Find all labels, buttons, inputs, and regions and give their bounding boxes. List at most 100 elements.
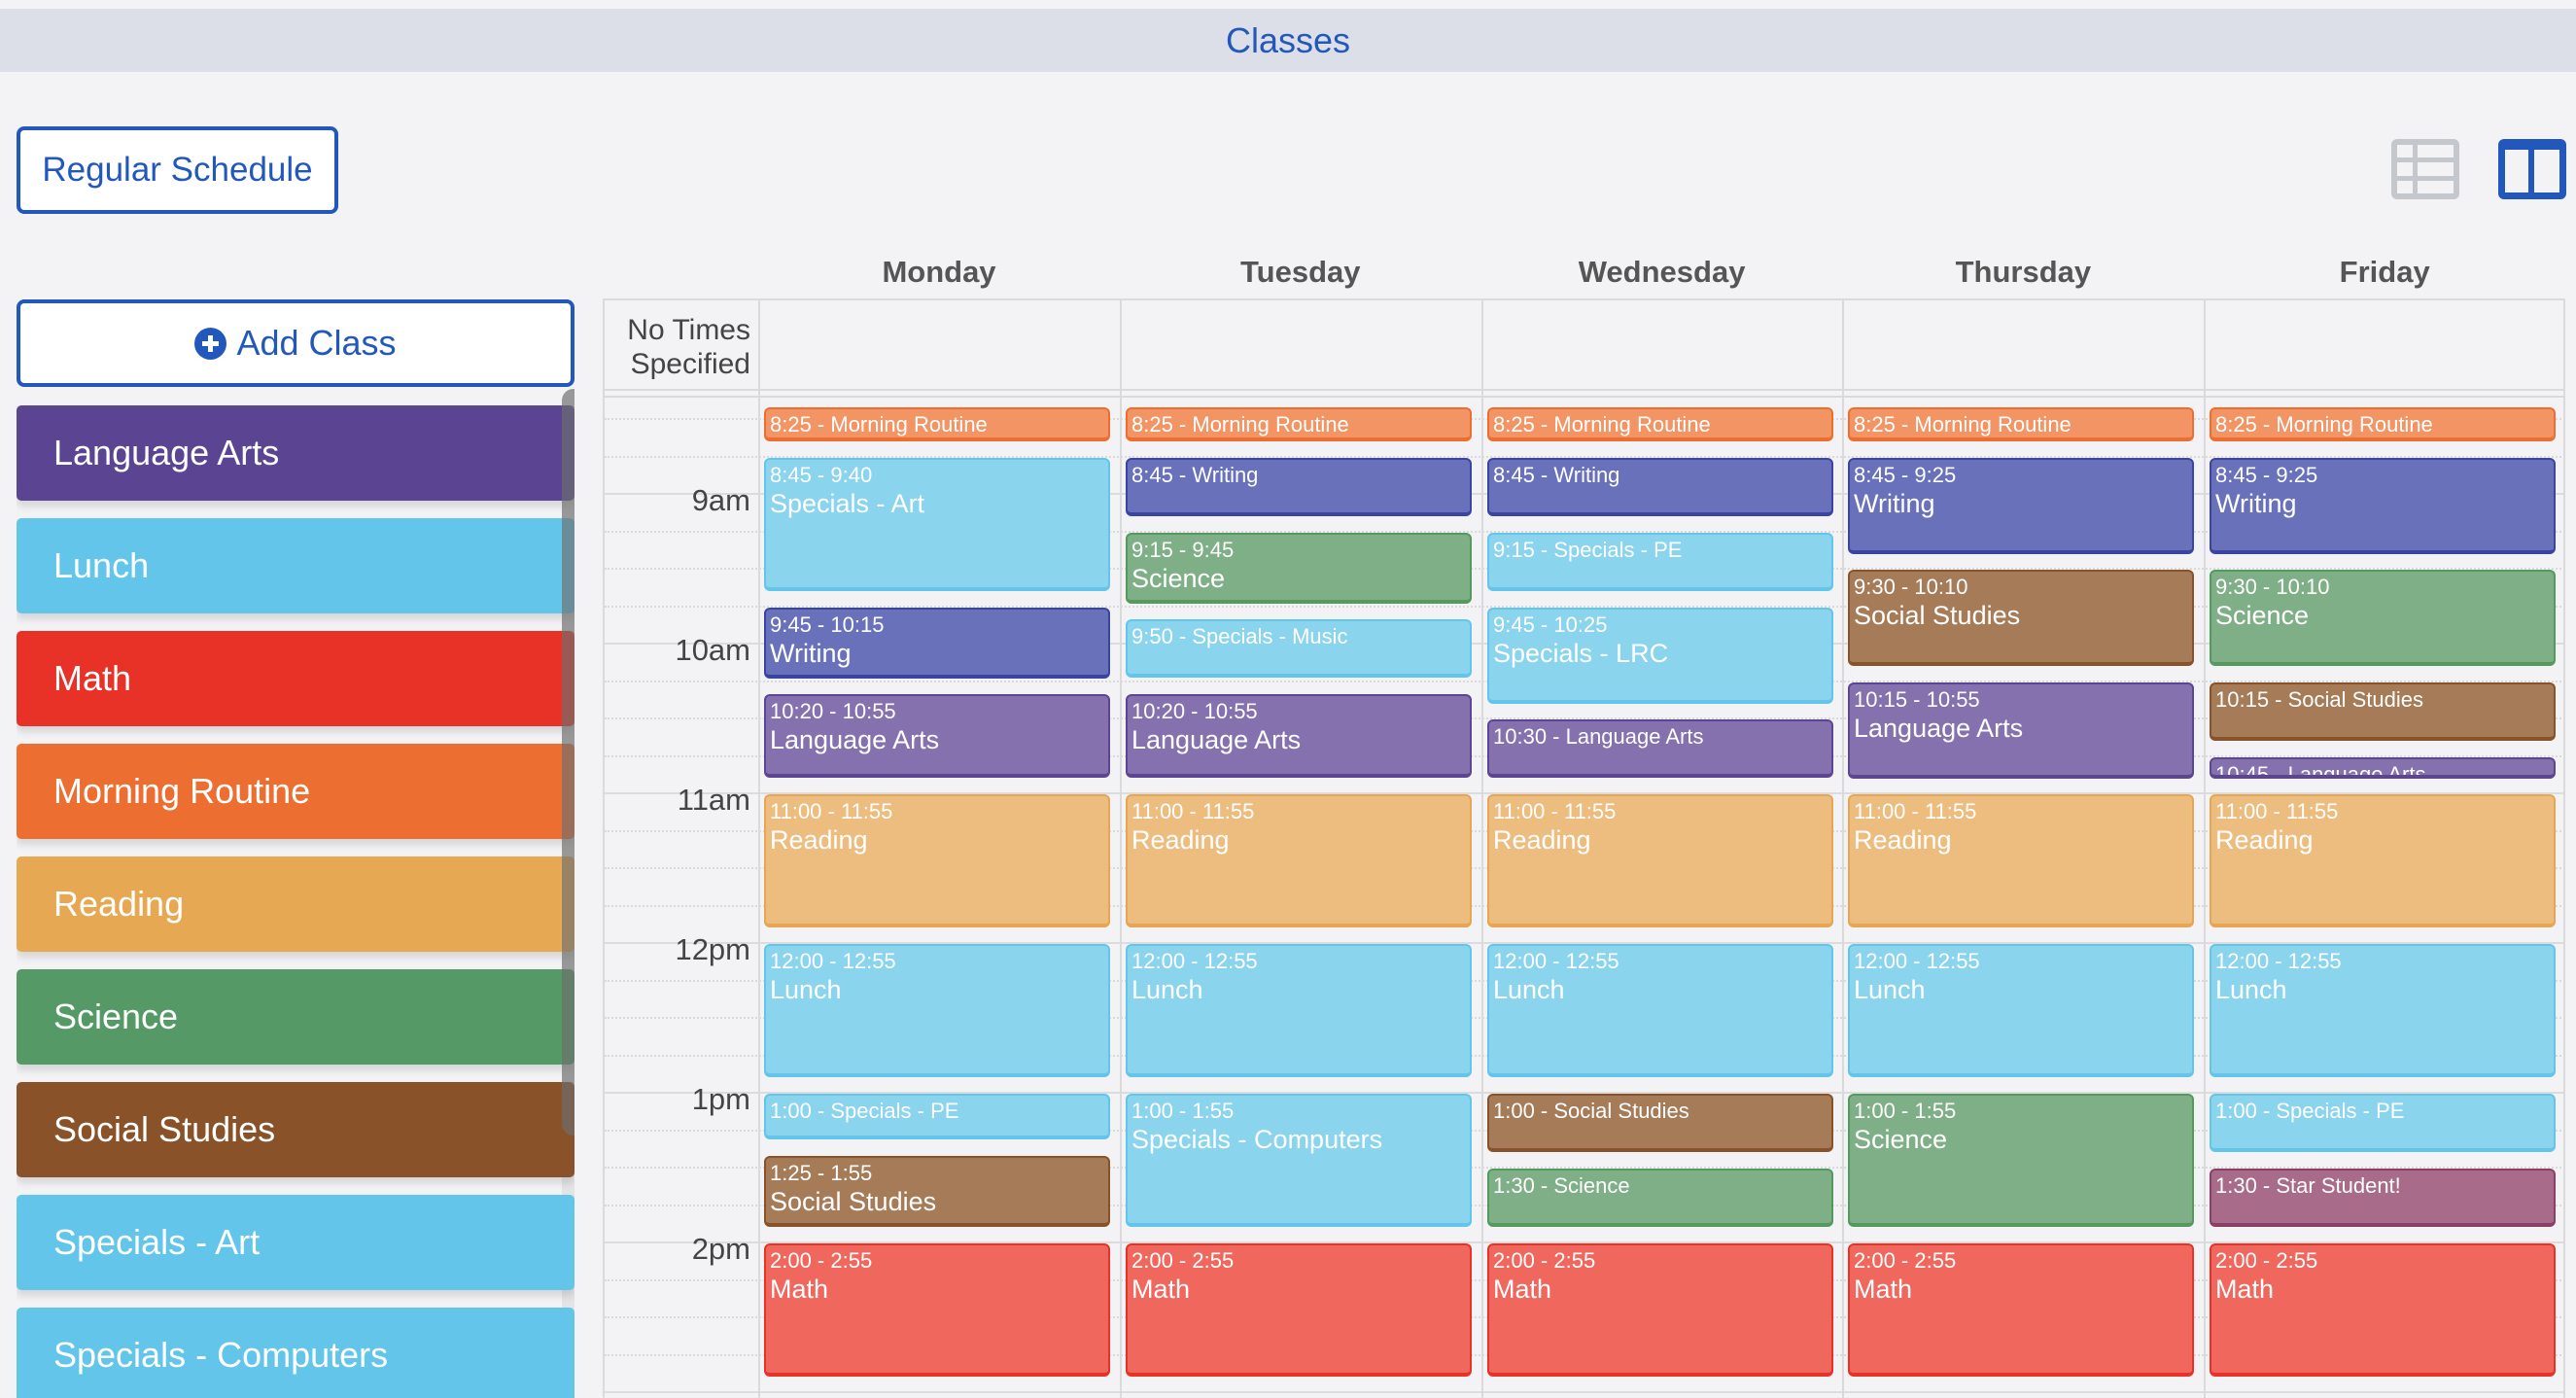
event-time: 2:00 - 2:55	[1854, 1248, 1957, 1273]
class-item[interactable]: Science	[17, 969, 574, 1065]
class-event[interactable]: 9:50 - Specials - Music	[1126, 619, 1472, 678]
class-event[interactable]: 11:00 - 11:55 Reading	[1126, 794, 1472, 927]
table-list-icon[interactable]	[2391, 139, 2459, 199]
class-event[interactable]: 1:00 - Specials - PE	[764, 1094, 1110, 1139]
event-time: 8:45 - 9:25	[1854, 463, 1957, 487]
class-item[interactable]: Lunch	[17, 518, 574, 613]
event-name: Writing	[2215, 489, 2297, 518]
class-event[interactable]: 8:25 - Morning Routine	[764, 407, 1110, 441]
class-item[interactable]: Specials - Art	[17, 1195, 574, 1290]
event-time: 10:15 - 10:55	[1854, 687, 1980, 712]
event-time: 8:45 - 9:25	[2215, 463, 2318, 487]
event-time: 9:50 - Specials - Music	[1131, 624, 1348, 648]
class-event[interactable]: 10:30 - Language Arts	[1487, 719, 1833, 778]
class-event[interactable]: 2:00 - 2:55 Math	[764, 1243, 1110, 1377]
hour-label: 11am	[677, 783, 750, 817]
class-item[interactable]: Morning Routine	[17, 744, 574, 839]
class-item[interactable]: Language Arts	[17, 405, 574, 501]
event-name: Language Arts	[770, 725, 940, 754]
event-time: 1:00 - Specials - PE	[770, 1099, 959, 1123]
class-event[interactable]: 1:00 - 1:55 Specials - Computers	[1126, 1094, 1472, 1227]
regular-schedule-button[interactable]: Regular Schedule	[17, 126, 338, 214]
class-event[interactable]: 9:45 - 10:25 Specials - LRC	[1487, 608, 1833, 704]
class-event[interactable]: 12:00 - 12:55 Lunch	[1848, 944, 2194, 1077]
class-event[interactable]: 11:00 - 11:55 Reading	[1848, 794, 2194, 927]
class-event[interactable]: 8:25 - Morning Routine	[1848, 407, 2194, 441]
class-event[interactable]: 12:00 - 12:55 Lunch	[764, 944, 1110, 1077]
event-name: Math	[2215, 1275, 2275, 1304]
class-event[interactable]: 8:45 - Writing	[1487, 458, 1833, 516]
event-time: 8:45 - Writing	[1493, 463, 1620, 487]
class-event[interactable]: 8:45 - 9:40 Specials - Art	[764, 458, 1110, 591]
class-event[interactable]: 10:20 - 10:55 Language Arts	[1126, 694, 1472, 778]
event-time: 10:45 - Language Arts	[2215, 762, 2426, 779]
class-event[interactable]: 8:25 - Morning Routine	[1487, 407, 1833, 441]
event-time: 12:00 - 12:55	[1131, 949, 1258, 973]
class-event[interactable]: 9:15 - Specials - PE	[1487, 533, 1833, 591]
class-event[interactable]: 11:00 - 11:55 Reading	[764, 794, 1110, 927]
class-event[interactable]: 1:00 - 1:55 Science	[1848, 1094, 2194, 1227]
class-list: Language Arts Lunch Math Morning Routine Rea…	[17, 389, 574, 1398]
class-event[interactable]: 10:15 - 10:55 Language Arts	[1848, 682, 2194, 779]
class-event[interactable]: 10:20 - 10:55 Language Arts	[764, 694, 1110, 778]
class-event[interactable]: 1:00 - Social Studies	[1487, 1094, 1833, 1152]
class-event[interactable]: 9:15 - 9:45 Science	[1126, 533, 1472, 604]
column-divider	[1842, 298, 1844, 1398]
event-name: Lunch	[1854, 975, 1926, 1004]
class-item[interactable]: Math	[17, 631, 574, 726]
class-event[interactable]: 2:00 - 2:55 Math	[1126, 1243, 1472, 1377]
class-event[interactable]: 8:45 - Writing	[1126, 458, 1472, 516]
event-time: 10:20 - 10:55	[1131, 699, 1258, 723]
event-name: Writing	[770, 639, 852, 668]
class-item[interactable]: Specials - Computers	[17, 1308, 574, 1398]
class-event[interactable]: 10:45 - Language Arts	[2210, 757, 2556, 779]
event-name: Reading	[1854, 825, 1952, 855]
class-event[interactable]: 1:25 - 1:55 Social Studies	[764, 1156, 1110, 1227]
class-event[interactable]: 2:00 - 2:55 Math	[2210, 1243, 2556, 1377]
class-event[interactable]: 10:15 - Social Studies	[2210, 682, 2556, 741]
class-event[interactable]: 11:00 - 11:55 Reading	[2210, 794, 2556, 927]
event-time: 9:15 - 9:45	[1131, 538, 1235, 562]
event-name: Lunch	[2215, 975, 2287, 1004]
event-name: Specials - Computers	[1131, 1125, 1383, 1154]
add-class-button[interactable]: Add Class	[17, 299, 574, 387]
event-time: 11:00 - 11:55	[2215, 799, 2339, 823]
class-event[interactable]: 2:00 - 2:55 Math	[1487, 1243, 1833, 1377]
class-event[interactable]: 11:00 - 11:55 Reading	[1487, 794, 1833, 927]
class-event[interactable]: 2:00 - 2:55 Math	[1848, 1243, 2194, 1377]
event-time: 1:00 - Social Studies	[1493, 1099, 1689, 1123]
columns-icon[interactable]	[2498, 139, 2566, 199]
list-col-divider	[2413, 145, 2418, 193]
class-event[interactable]: 12:00 - 12:55 Lunch	[2210, 944, 2556, 1077]
class-event[interactable]: 1:30 - Star Student!	[2210, 1169, 2556, 1227]
class-event[interactable]: 8:25 - Morning Routine	[2210, 407, 2556, 441]
event-name: Math	[1854, 1275, 1913, 1304]
class-event[interactable]: 1:30 - Science	[1487, 1169, 1833, 1227]
event-time: 1:25 - 1:55	[770, 1161, 873, 1185]
class-event[interactable]: 8:45 - 9:25 Writing	[1848, 458, 2194, 554]
column-divider	[758, 298, 760, 1398]
event-name: Language Arts	[1131, 725, 1302, 754]
class-event[interactable]: 8:25 - Morning Routine	[1126, 407, 1472, 441]
class-event[interactable]: 9:45 - 10:15 Writing	[764, 608, 1110, 679]
class-item-label: Morning Routine	[53, 771, 311, 811]
event-name: Science	[1131, 564, 1226, 593]
class-event[interactable]: 9:30 - 10:10 Science	[2210, 570, 2556, 666]
class-event[interactable]: 1:00 - Specials - PE	[2210, 1094, 2556, 1152]
scrollbar-thumb[interactable]	[562, 389, 574, 1136]
list-row-divider	[2397, 176, 2454, 181]
class-event[interactable]: 9:30 - 10:10 Social Studies	[1848, 570, 2194, 666]
class-event[interactable]: 12:00 - 12:55 Lunch	[1126, 944, 1472, 1077]
event-time: 8:45 - Writing	[1131, 463, 1259, 487]
class-event[interactable]: 12:00 - 12:55 Lunch	[1487, 944, 1833, 1077]
title-bar: Classes	[0, 9, 2576, 72]
event-time: 12:00 - 12:55	[1493, 949, 1619, 973]
event-time: 12:00 - 12:55	[2215, 949, 2342, 973]
class-item[interactable]: Social Studies	[17, 1082, 574, 1177]
event-time: 10:20 - 10:55	[770, 699, 896, 723]
event-time: 8:25 - Morning Routine	[1493, 412, 1711, 437]
class-item[interactable]: Reading	[17, 856, 574, 952]
hour-label: 1pm	[691, 1082, 750, 1116]
class-event[interactable]: 8:45 - 9:25 Writing	[2210, 458, 2556, 554]
event-time: 9:15 - Specials - PE	[1493, 538, 1683, 562]
